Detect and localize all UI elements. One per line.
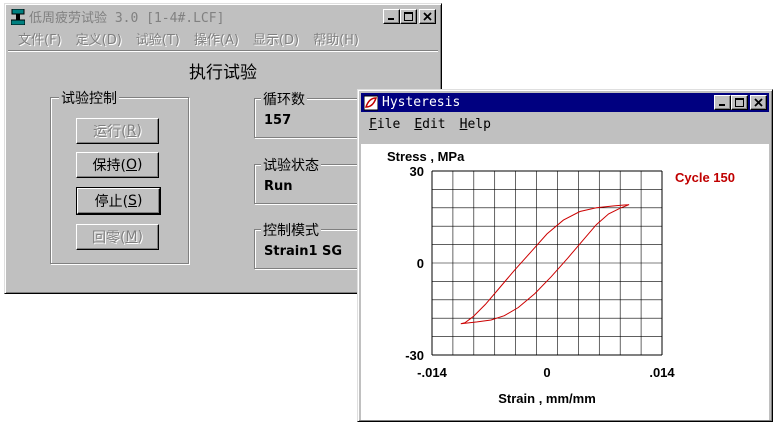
menu-hyst-edit-key: E [414,116,423,132]
menu-hyst-file[interactable]: File [369,117,400,132]
hold-button-key: O [125,157,138,173]
maximize-icon [404,12,413,21]
zero-button-tail: ) [137,229,144,245]
hysteresis-minimize-button[interactable] [714,95,731,110]
hysteresis-loop [460,204,630,325]
maximize-button[interactable] [400,9,417,24]
close-button[interactable] [419,9,436,24]
hold-button-tail: ) [137,157,143,173]
menu-hyst-file-key: F [369,116,377,132]
menu-divider [8,50,438,52]
x-tick-label: .014 [649,365,675,380]
zero-button-key: M [125,229,138,245]
menu-file[interactable]: 文件(F) [18,29,62,48]
hysteresis-menubar: File Edit Help [361,114,769,134]
menu-hyst-help-tail: elp [467,116,491,132]
y-tick-label: 0 [417,256,424,271]
minimize-icon [388,18,394,20]
x-axis-label: Strain , mm/mm [498,391,596,406]
stop-button-label: 停止( [94,194,129,210]
stop-button-tail: ) [136,193,143,209]
menu-operate[interactable]: 操作(A) [194,29,239,48]
x-tick-label: 0 [543,365,550,380]
hysteresis-window-icon[interactable] [364,95,378,111]
control-mode-value: Strain1 SG [264,244,343,259]
plot-area: Stress , MPa Cycle 150 Strain , mm/mm 30… [361,144,769,420]
hold-button-label: 保持( [92,158,126,174]
menu-define[interactable]: 定义(D) [76,29,122,48]
hysteresis-maximize-button[interactable] [731,95,748,110]
menu-hyst-edit[interactable]: Edit [414,117,445,132]
chart-grid [431,170,663,356]
panel-title: 执行试验 [189,63,257,83]
menu-display[interactable]: 显示(D) [253,29,299,48]
maximize-icon [735,98,744,107]
control-mode-label: 控制模式 [261,220,321,240]
close-icon [754,98,763,107]
stop-button[interactable]: 停止(S) [76,187,161,215]
test-status-value: Run [264,179,293,194]
main-menubar: 文件(F) 定义(D) 试验(T) 操作(A) 显示(D) 帮助(H) [8,28,438,48]
run-button[interactable]: 运行(R) [76,118,159,144]
run-button-label: 运行( [93,124,127,140]
hysteresis-window-title: Hysteresis [382,95,461,110]
main-window-title: 低周疲劳试验 3.0 [1-4#.LCF] [29,11,225,26]
main-titlebar[interactable]: 低周疲劳试验 3.0 [1-4#.LCF] [8,7,438,26]
hold-button[interactable]: 保持(O) [76,152,159,178]
hysteresis-close-button[interactable] [750,95,767,110]
hysteresis-chart: Stress , MPa Cycle 150 Strain , mm/mm 30… [387,149,735,406]
cycle-count-value: 157 [264,113,292,128]
menu-hyst-file-tail: ile [376,116,401,132]
cycle-count-label: 循环数 [261,89,307,109]
hysteresis-titlebar[interactable]: Hysteresis [361,93,769,112]
menu-hyst-help[interactable]: Help [460,117,491,132]
minimize-button[interactable] [383,9,400,24]
x-tick-label: -.014 [417,365,447,380]
cycle-annotation: Cycle 150 [675,170,735,185]
close-icon [423,12,432,21]
y-axis-label: Stress , MPa [387,149,465,164]
app-icon[interactable] [11,8,25,25]
test-status-label: 试验状态 [261,155,321,175]
zero-button[interactable]: 回零(M) [76,224,159,250]
run-button-tail: ) [136,123,142,139]
control-group-label: 试验控制 [59,88,119,108]
menu-help[interactable]: 帮助(H) [313,29,359,48]
menu-hyst-edit-tail: dit [422,116,446,132]
menu-test[interactable]: 试验(T) [136,29,180,48]
zero-button-label: 回零( [91,230,126,246]
chart-ticks: 30 0 -30 -.014 0 .014 [405,164,675,380]
hysteresis-window: Hysteresis File Edit Help Stress , MPa C… [357,89,773,422]
y-tick-label: -30 [405,348,424,363]
run-button-key: R [126,123,137,139]
stop-button-key: S [128,193,137,209]
y-tick-label: 30 [410,164,424,179]
minimize-icon [719,104,725,106]
